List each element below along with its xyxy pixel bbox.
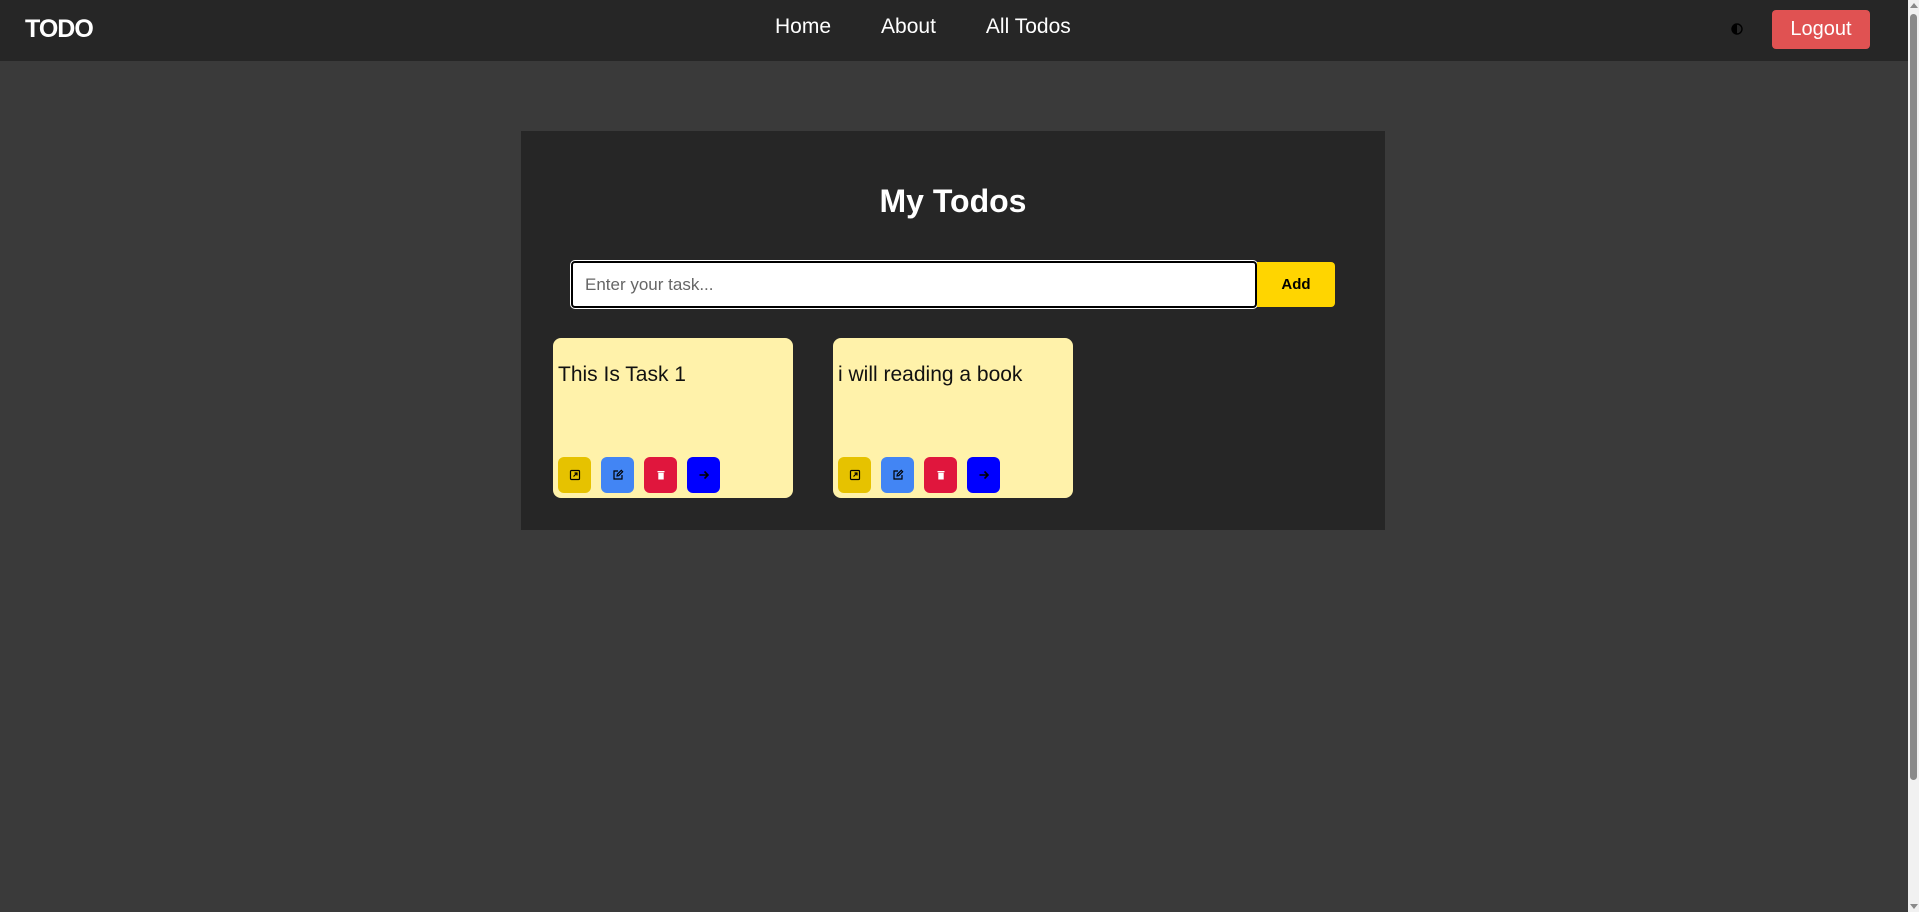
trash-icon <box>657 471 664 480</box>
logout-button[interactable]: Logout <box>1772 10 1870 49</box>
external-link-icon <box>569 469 580 481</box>
nav-home-link[interactable]: Home <box>775 15 831 39</box>
todo-text: i will reading a book <box>838 363 1023 386</box>
todo-card: i will reading a book <box>833 338 1073 498</box>
edit-icon <box>612 469 623 480</box>
arrow-right-icon <box>979 470 989 480</box>
todo-actions <box>558 457 720 493</box>
scrollbar[interactable] <box>1908 0 1919 912</box>
half-circle-icon <box>1731 23 1743 35</box>
edit-button[interactable] <box>881 457 914 493</box>
nav-all-todos-link[interactable]: All Todos <box>986 15 1071 39</box>
todo-actions <box>838 457 1000 493</box>
nav-links: Home About All Todos <box>775 15 1071 39</box>
nav-about-link[interactable]: About <box>881 15 936 39</box>
delete-button[interactable] <box>924 457 957 493</box>
edit-icon <box>892 469 903 480</box>
open-button[interactable] <box>558 457 591 493</box>
theme-toggle-button[interactable] <box>1727 19 1747 39</box>
move-button[interactable] <box>687 457 720 493</box>
todo-text: This Is Task 1 <box>558 363 686 386</box>
scroll-up-arrow-icon[interactable] <box>1910 3 1918 8</box>
trash-icon <box>937 471 944 480</box>
open-button[interactable] <box>838 457 871 493</box>
page-title: My Todos <box>879 183 1027 219</box>
navbar: TODO Home About All Todos Logout <box>0 0 1908 61</box>
move-button[interactable] <box>967 457 1000 493</box>
add-button[interactable]: Add <box>1257 262 1335 307</box>
task-input[interactable] <box>571 261 1257 308</box>
todo-card: This Is Task 1 <box>553 338 793 498</box>
delete-button[interactable] <box>644 457 677 493</box>
scroll-down-arrow-icon[interactable] <box>1910 904 1918 909</box>
edit-button[interactable] <box>601 457 634 493</box>
scrollbar-thumb[interactable] <box>1910 14 1917 780</box>
arrow-right-icon <box>699 470 709 480</box>
external-link-icon <box>849 469 860 481</box>
brand-logo[interactable]: TODO <box>25 15 94 44</box>
todo-panel: My Todos Add This Is Task 1 <box>521 131 1385 530</box>
